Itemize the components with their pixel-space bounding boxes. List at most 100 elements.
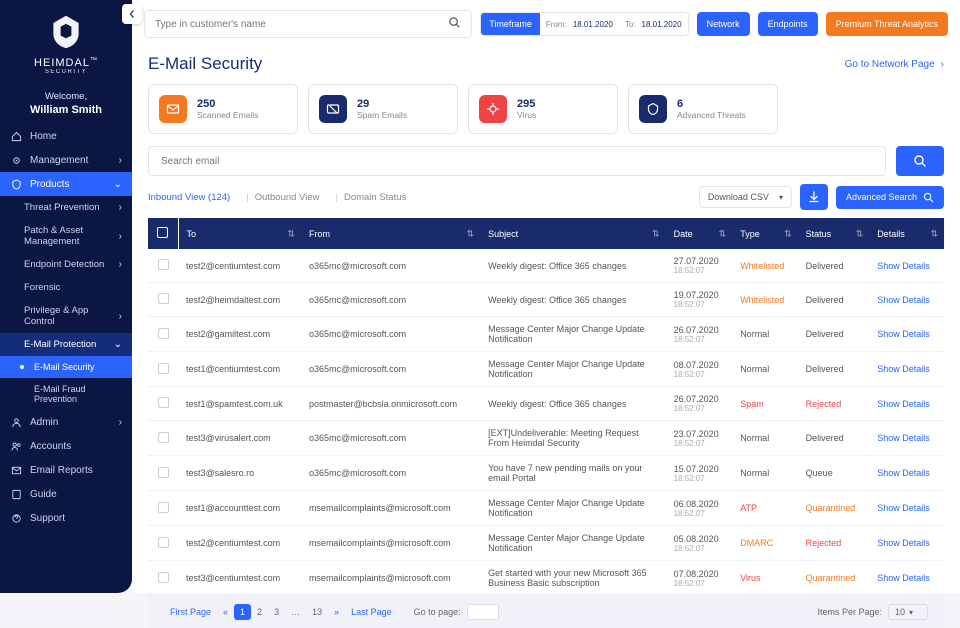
table-row: test1@accounttest.commsemailcomplaints@m… [148,491,944,526]
page-number[interactable]: 1 [234,604,251,620]
sidebar-item-forensic[interactable]: Forensic [0,276,132,299]
column-checkbox[interactable] [148,218,178,249]
sidebar-item-email-protection[interactable]: E-Mail Protection⌄ [0,333,132,356]
tab-inbound[interactable]: Inbound View (124) [148,192,240,203]
column-from[interactable]: From⇅ [301,218,480,249]
premium-analytics-button[interactable]: Premium Threat Analytics [826,12,948,36]
topbar: Timeframe From: 18.01.2020 To: 18.01.202… [132,0,960,48]
column-subject[interactable]: Subject⇅ [480,218,665,249]
cell-type: ATP [732,491,797,526]
sidebar-item-management[interactable]: Management› [0,148,132,172]
row-checkbox[interactable] [158,397,169,408]
sidebar-item-products[interactable]: Products⌄ [0,172,132,196]
prev-page-button[interactable]: « [217,604,234,620]
table-row: test3@virusalert.como365mc@microsoft.com… [148,421,944,456]
column-status[interactable]: Status⇅ [798,218,870,249]
show-details-link[interactable]: Show Details [877,503,930,513]
sidebar-item-patch-asset[interactable]: Patch & Asset Management› [0,219,132,253]
accounts-icon [10,440,22,452]
download-button[interactable] [800,184,828,210]
row-checkbox[interactable] [158,328,169,339]
show-details-link[interactable]: Show Details [877,573,930,583]
sidebar-item-support[interactable]: Support [0,506,132,530]
column-date[interactable]: Date⇅ [666,218,733,249]
endpoints-button[interactable]: Endpoints [758,12,818,36]
advanced-search-button[interactable]: Advanced Search [836,186,944,209]
column-type[interactable]: Type⇅ [732,218,797,249]
cell-subject: Get started with your new Microsoft 365 … [480,561,665,596]
page-title: E-Mail Security [148,54,262,74]
page-number[interactable]: 2 [251,604,268,620]
sidebar-item-email-fraud[interactable]: E-Mail Fraud Prevention [0,378,132,410]
goto-page-input[interactable] [467,604,499,620]
sidebar-item-label: Privilege & App Control [24,305,119,327]
show-details-link[interactable]: Show Details [877,295,930,305]
column-details[interactable]: Details⇅ [869,218,944,249]
sidebar-item-admin[interactable]: Admin› [0,410,132,434]
next-page-button[interactable]: » [328,604,345,620]
perpage-select[interactable]: 10 [888,604,928,620]
row-checkbox[interactable] [158,467,169,478]
customer-search-input[interactable] [155,19,448,30]
show-details-link[interactable]: Show Details [877,399,930,409]
sidebar-item-label: Home [30,131,57,142]
tab-domain-status[interactable]: Domain Status [344,192,416,203]
sidebar-item-email-security[interactable]: E-Mail Security [0,356,132,378]
show-details-link[interactable]: Show Details [877,364,930,374]
row-checkbox[interactable] [158,572,169,583]
page-number[interactable]: 3 [268,604,285,620]
show-details-link[interactable]: Show Details [877,468,930,478]
sidebar-item-threat-prevention[interactable]: Threat Prevention› [0,196,132,219]
cell-date: 08.07.202018:52:07 [666,352,733,387]
cell-date: 19.07.202018:52:07 [666,283,733,317]
cell-to: test1@accounttest.com [178,491,301,526]
chevron-right-icon: › [119,259,122,270]
email-search-button[interactable] [896,146,944,176]
email-search-input[interactable] [161,156,873,167]
network-button[interactable]: Network [697,12,750,36]
last-page-button[interactable]: Last Page [345,604,398,620]
timeframe-picker[interactable]: Timeframe From: 18.01.2020 To: 18.01.202… [480,12,688,36]
row-checkbox[interactable] [158,363,169,374]
button-label: Advanced Search [846,192,917,202]
show-details-link[interactable]: Show Details [877,538,930,548]
brand-name: HEIMDAL™ [0,57,132,69]
select-all-checkbox[interactable] [157,227,168,238]
cell-type: Normal [732,317,797,352]
download-csv-dropdown[interactable]: Download CSV [699,186,792,208]
sidebar-item-accounts[interactable]: Accounts [0,434,132,458]
cell-to: test2@heimdaltest.com [178,283,301,317]
cell-to: test2@centiumtest.com [178,526,301,561]
customer-search-box[interactable] [144,10,472,38]
column-to[interactable]: To⇅ [178,218,301,249]
cell-to: test3@virusalert.com [178,421,301,456]
row-checkbox[interactable] [158,432,169,443]
row-checkbox[interactable] [158,259,169,270]
stat-card-virus: 295Virus [468,84,618,134]
email-search-box[interactable] [148,146,886,176]
cell-subject: Message Center Major Change Update Notif… [480,317,665,352]
show-details-link[interactable]: Show Details [877,329,930,339]
table-row: test2@centiumtest.commsemailcomplaints@m… [148,526,944,561]
sidebar-item-email-reports[interactable]: Email Reports [0,458,132,482]
go-to-network-link[interactable]: Go to Network Page › [845,59,944,70]
sidebar-item-guide[interactable]: Guide [0,482,132,506]
stat-label: Spam Emails [357,110,407,120]
row-checkbox[interactable] [158,293,169,304]
show-details-link[interactable]: Show Details [877,261,930,271]
page-number[interactable]: 13 [306,604,328,620]
show-details-link[interactable]: Show Details [877,433,930,443]
tab-outbound[interactable]: Outbound View [255,192,330,203]
gear-icon [10,154,22,166]
row-checkbox[interactable] [158,502,169,513]
sidebar-item-privilege-app[interactable]: Privilege & App Control› [0,299,132,333]
cell-date: 07.08.202018:52:07 [666,561,733,596]
row-checkbox[interactable] [158,537,169,548]
cell-subject: Weekly digest: Office 365 changes [480,283,665,317]
first-page-button[interactable]: First Page [164,604,217,620]
cell-type: Virus [732,561,797,596]
sidebar-item-home[interactable]: Home [0,124,132,148]
cell-type: Spam [732,387,797,421]
sidebar-item-endpoint-detection[interactable]: Endpoint Detection› [0,253,132,276]
sidebar-collapse-button[interactable] [122,4,142,24]
